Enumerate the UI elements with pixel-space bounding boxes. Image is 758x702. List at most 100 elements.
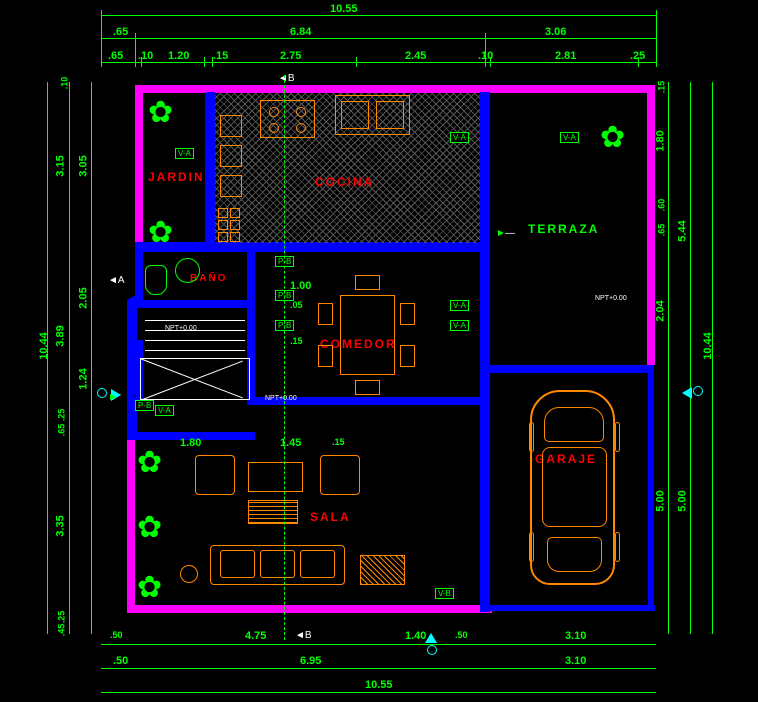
wall-int [490,365,650,373]
furniture [230,208,240,218]
dim: 3.06 [545,26,566,38]
dim-line [101,644,656,645]
dim: 2.45 [405,50,426,62]
car-icon [530,390,615,585]
dim: .65 [656,224,666,237]
chair [318,345,333,367]
rug [360,555,405,585]
arrow-icon [110,394,116,400]
section-b: ◄B [278,73,295,84]
dim: 6.84 [290,26,311,38]
coffee-table [248,462,303,492]
tag-pb: P-B [135,400,154,411]
section-marker [427,645,437,655]
dim: 2.75 [280,50,301,62]
furniture [220,175,242,197]
dim: .65 [113,26,128,38]
furniture [218,232,228,242]
dim: 5.00 [677,490,689,511]
armchair [195,455,235,495]
tag-va: V-A [560,132,579,143]
label-terraza: TERRAZA [528,222,599,236]
chair [355,275,380,290]
dim: .15 [332,437,345,447]
circle-decor [180,565,198,583]
tick [141,57,142,67]
dim-line [690,82,691,634]
dim: .50 [110,630,123,640]
dim: .50 [113,655,128,667]
dim: .65 [56,424,66,437]
dim-top-total: 10.55 [330,3,358,15]
dim: 3.10 [565,655,586,667]
wall-exterior [127,432,135,612]
arrow-icon [498,230,504,236]
furniture [220,115,242,137]
tick [638,57,639,67]
tag-va: V-A [450,300,469,311]
dim-line [101,692,656,693]
section-marker [425,633,437,643]
section-marker [682,387,692,399]
staircase [140,310,250,400]
wall-garage [490,605,655,611]
stove [260,100,315,138]
wall-int [205,92,215,247]
dim: .15 [656,81,666,94]
tick [135,33,136,67]
dim-line [69,82,70,634]
dim-line [91,82,92,634]
dim: 10.44 [702,332,714,360]
dim: .60 [656,199,666,212]
dim: .50 [455,630,468,640]
furniture [218,208,228,218]
dim-line [101,668,656,669]
dim: .15 [290,336,303,346]
dim: 5.44 [677,220,689,241]
dim: .65 [108,50,123,62]
plant-icon: ✿ [148,95,173,130]
dim: 10.44 [38,332,50,360]
dim: 10.55 [365,679,393,691]
dim: 3.35 [55,515,67,536]
dim: .25 [56,611,66,624]
wall-exterior [127,605,492,613]
dim-line [101,62,656,63]
tick [204,57,205,67]
wall-angle [127,294,137,400]
dim: 1.20 [168,50,189,62]
dim: 5.00 [655,490,667,511]
npt-label: NPT+0.00 [265,395,297,402]
tick [656,10,657,67]
section-marker [97,388,107,398]
dining-table [340,295,395,375]
plant-icon: ✿ [137,570,162,605]
dim: 4.75 [245,630,266,642]
wall-int [135,300,255,308]
dim: 2.05 [78,287,90,308]
sink [335,95,410,135]
plant-icon: ✿ [600,120,625,155]
tick [490,57,491,67]
npt-label: NPT+0.00 [165,325,197,332]
furniture [230,232,240,242]
section-marker [693,386,703,396]
dim-line [101,15,656,16]
dim: .45 [56,624,66,637]
toilet [145,265,167,295]
wall-exterior [135,85,490,93]
tag-va: V-A [450,320,469,331]
chair [400,345,415,367]
wall-exterior [647,85,655,365]
tag-vb: V-B [435,588,454,599]
dim: 3.89 [55,325,67,346]
label-cocina: COCINA [315,175,374,189]
tick [212,57,213,67]
chair [400,303,415,325]
furniture [230,220,240,230]
wall-int [205,242,490,252]
dim: .15 [213,50,228,62]
dim-line [101,38,656,39]
tag-va: V-A [175,148,194,159]
arrow-dash: — [505,228,515,239]
